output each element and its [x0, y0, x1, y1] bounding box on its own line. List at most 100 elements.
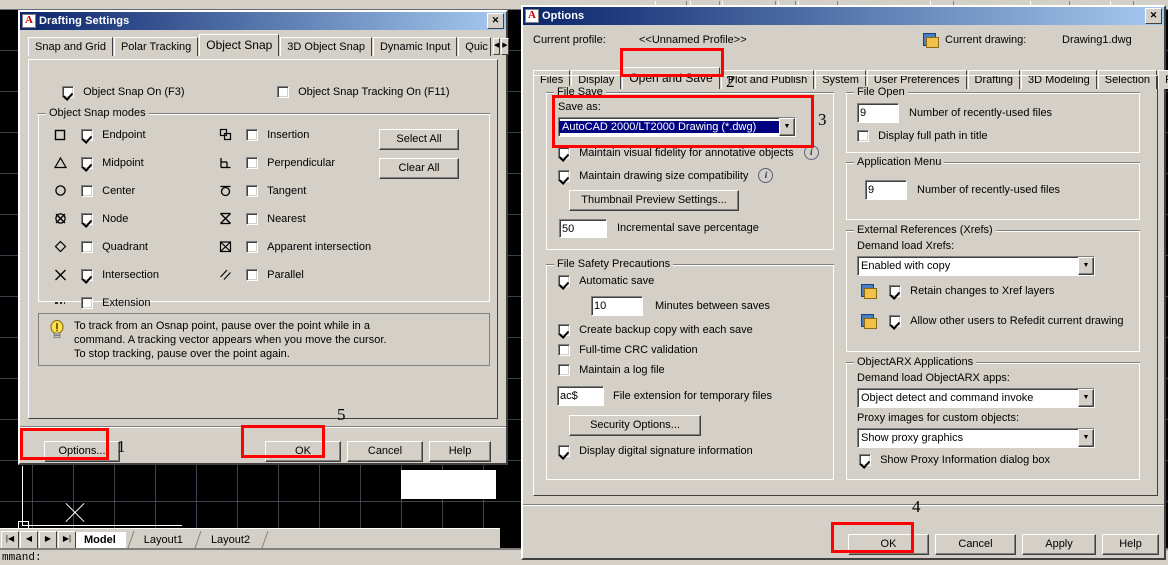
layout-tab-bar[interactable]: |◀ ◀ ▶ ▶| Model Layout1 Layout2 — [0, 528, 500, 549]
intersection-checkbox[interactable] — [81, 268, 94, 281]
retain-xref-changes-row[interactable]: Retain changes to Xref layers — [861, 284, 1054, 299]
maintain-visual-fidelity-checkbox[interactable] — [558, 146, 570, 159]
tab-scroll-left-icon[interactable]: ◀ — [492, 38, 501, 55]
extension-checkbox[interactable] — [81, 296, 94, 309]
object-snap-tracking-on-row[interactable]: Object Snap Tracking On (F11) — [277, 86, 449, 99]
drafting-settings-titlebar[interactable]: Drafting Settings ✕ — [20, 12, 506, 30]
log-file-row[interactable]: Maintain a log file — [558, 364, 665, 377]
snap-mode-row-perpendicular[interactable]: Perpendicular — [219, 156, 371, 184]
options-titlebar[interactable]: Options ✕ — [523, 7, 1164, 25]
create-backup-checkbox[interactable] — [558, 324, 570, 337]
tab-open-and-save[interactable]: Open and Save — [622, 67, 720, 89]
create-backup-row[interactable]: Create backup copy with each save — [558, 324, 753, 337]
display-full-path-checkbox[interactable] — [857, 130, 869, 143]
tab-profiles[interactable]: Profiles — [1158, 70, 1168, 89]
app-menu-recent-files-input[interactable]: 9 — [865, 180, 907, 200]
object-snap-on-checkbox[interactable] — [62, 86, 74, 99]
quadrant-checkbox[interactable] — [81, 240, 94, 253]
snap-mode-row-midpoint[interactable]: Midpoint — [53, 156, 159, 184]
perpendicular-checkbox[interactable] — [246, 156, 259, 169]
automatic-save-checkbox[interactable] — [558, 275, 570, 288]
snap-mode-row-node[interactable]: Node — [54, 212, 159, 240]
show-proxy-dialog-checkbox[interactable] — [859, 454, 871, 467]
endpoint-checkbox[interactable] — [81, 128, 94, 141]
layout-nav-next-button[interactable]: ▶ — [39, 531, 57, 549]
options-help-button[interactable]: Help — [1102, 534, 1159, 555]
layout-tab-layout1[interactable]: Layout1 — [135, 532, 193, 549]
layout-tab-model[interactable]: Model — [76, 532, 126, 549]
object-snap-on-row[interactable]: Object Snap On (F3) — [62, 86, 185, 99]
options-cancel-button[interactable]: Cancel — [935, 534, 1016, 555]
drafting-cancel-button[interactable]: Cancel — [347, 441, 423, 462]
tab-snap-and-grid[interactable]: Snap and Grid — [28, 37, 113, 56]
snap-mode-row-nearest[interactable]: Nearest — [219, 212, 371, 240]
snap-mode-row-endpoint[interactable]: Endpoint — [54, 128, 159, 156]
drafting-ok-button[interactable]: OK — [265, 441, 341, 462]
apparent-intersection-checkbox[interactable] — [246, 240, 259, 253]
display-full-path-row[interactable]: Display full path in title — [857, 130, 988, 143]
demand-load-objectarx-dropdown[interactable]: Object detect and command invoke ▼ — [857, 388, 1095, 408]
incremental-save-percentage-input[interactable]: 50 — [559, 219, 607, 238]
drafting-options-button[interactable]: Options... — [44, 441, 120, 462]
proxy-images-dropdown[interactable]: Show proxy graphics ▼ — [857, 428, 1095, 448]
insertion-checkbox[interactable] — [246, 128, 259, 141]
snap-mode-row-tangent[interactable]: Tangent — [219, 184, 371, 212]
tab-dynamic-input[interactable]: Dynamic Input — [372, 37, 458, 56]
maintain-visual-fidelity-row[interactable]: Maintain visual fidelity for annotative … — [558, 145, 819, 160]
close-icon[interactable]: ✕ — [487, 13, 504, 29]
digital-signature-checkbox[interactable] — [558, 445, 570, 458]
demand-load-xrefs-dropdown[interactable]: Enabled with copy ▼ — [857, 256, 1095, 276]
snap-mode-row-center[interactable]: Center — [54, 184, 159, 212]
close-icon[interactable]: ✕ — [1145, 8, 1162, 24]
chevron-down-icon[interactable]: ▼ — [779, 118, 795, 136]
clear-all-button[interactable]: Clear All — [379, 158, 459, 179]
snap-mode-row-insertion[interactable]: Insertion — [219, 128, 371, 156]
snap-mode-row-parallel[interactable]: Parallel — [219, 268, 371, 296]
layout-nav-prev-button[interactable]: ◀ — [20, 531, 38, 549]
snap-mode-row-intersection[interactable]: Intersection — [54, 268, 159, 296]
allow-refedit-row[interactable]: Allow other users to Refedit current dra… — [861, 314, 1124, 329]
parallel-checkbox[interactable] — [246, 268, 259, 281]
chevron-down-icon[interactable]: ▼ — [1078, 429, 1094, 447]
select-all-button[interactable]: Select All — [379, 129, 459, 150]
digital-signature-row[interactable]: Display digital signature information — [558, 445, 753, 458]
crc-validation-checkbox[interactable] — [558, 344, 570, 357]
automatic-save-row[interactable]: Automatic save — [558, 275, 654, 288]
node-checkbox[interactable] — [81, 212, 94, 225]
thumbnail-preview-settings-button[interactable]: Thumbnail Preview Settings... — [569, 190, 739, 211]
layout-nav-first-button[interactable]: |◀ — [1, 531, 19, 549]
file-open-recent-files-input[interactable]: 9 — [857, 103, 899, 123]
options-ok-button[interactable]: OK — [848, 534, 929, 555]
object-snap-tracking-on-checkbox[interactable] — [277, 86, 289, 99]
layout-tab-layout2[interactable]: Layout2 — [202, 532, 261, 549]
layout-nav-last-button[interactable]: ▶| — [58, 531, 76, 549]
options-apply-button[interactable]: Apply — [1022, 534, 1096, 555]
show-proxy-dialog-row[interactable]: Show Proxy Information dialog box — [859, 454, 1050, 467]
midpoint-checkbox[interactable] — [81, 156, 94, 169]
chevron-down-icon[interactable]: ▼ — [1078, 389, 1094, 407]
save-as-dropdown[interactable]: AutoCAD 2000/LT2000 Drawing (*.dwg) ▼ — [558, 117, 796, 137]
allow-refedit-checkbox[interactable] — [889, 315, 902, 327]
tab-polar-tracking[interactable]: Polar Tracking — [113, 37, 199, 56]
chevron-down-icon[interactable]: ▼ — [1078, 257, 1094, 275]
tab-scroll-right-icon[interactable]: ▶ — [501, 38, 509, 55]
retain-xref-changes-checkbox[interactable] — [889, 285, 902, 297]
tangent-checkbox[interactable] — [246, 184, 259, 197]
snap-mode-row-apparent-intersection[interactable]: Apparent intersection — [219, 240, 371, 268]
crc-validation-row[interactable]: Full-time CRC validation — [558, 344, 698, 357]
nearest-checkbox[interactable] — [246, 212, 259, 225]
tab-3d-object-snap[interactable]: 3D Object Snap — [280, 37, 372, 56]
tab-object-snap[interactable]: Object Snap — [199, 34, 280, 56]
maintain-size-compat-row[interactable]: Maintain drawing size compatibility i — [558, 168, 774, 183]
maintain-size-compat-checkbox[interactable] — [558, 169, 570, 182]
log-file-checkbox[interactable] — [558, 364, 570, 377]
drafting-settings-tabstrip[interactable]: Snap and Grid Polar Tracking Object Snap… — [20, 34, 509, 56]
info-icon[interactable]: i — [758, 168, 774, 183]
minutes-between-saves-input[interactable]: 10 — [591, 296, 643, 316]
info-icon[interactable]: i — [803, 145, 819, 160]
tab-quick-properties[interactable]: Quic — [458, 37, 491, 56]
temp-file-extension-input[interactable]: ac$ — [557, 386, 604, 406]
security-options-button[interactable]: Security Options... — [569, 415, 701, 436]
drafting-help-button[interactable]: Help — [429, 441, 491, 462]
center-checkbox[interactable] — [81, 184, 94, 197]
